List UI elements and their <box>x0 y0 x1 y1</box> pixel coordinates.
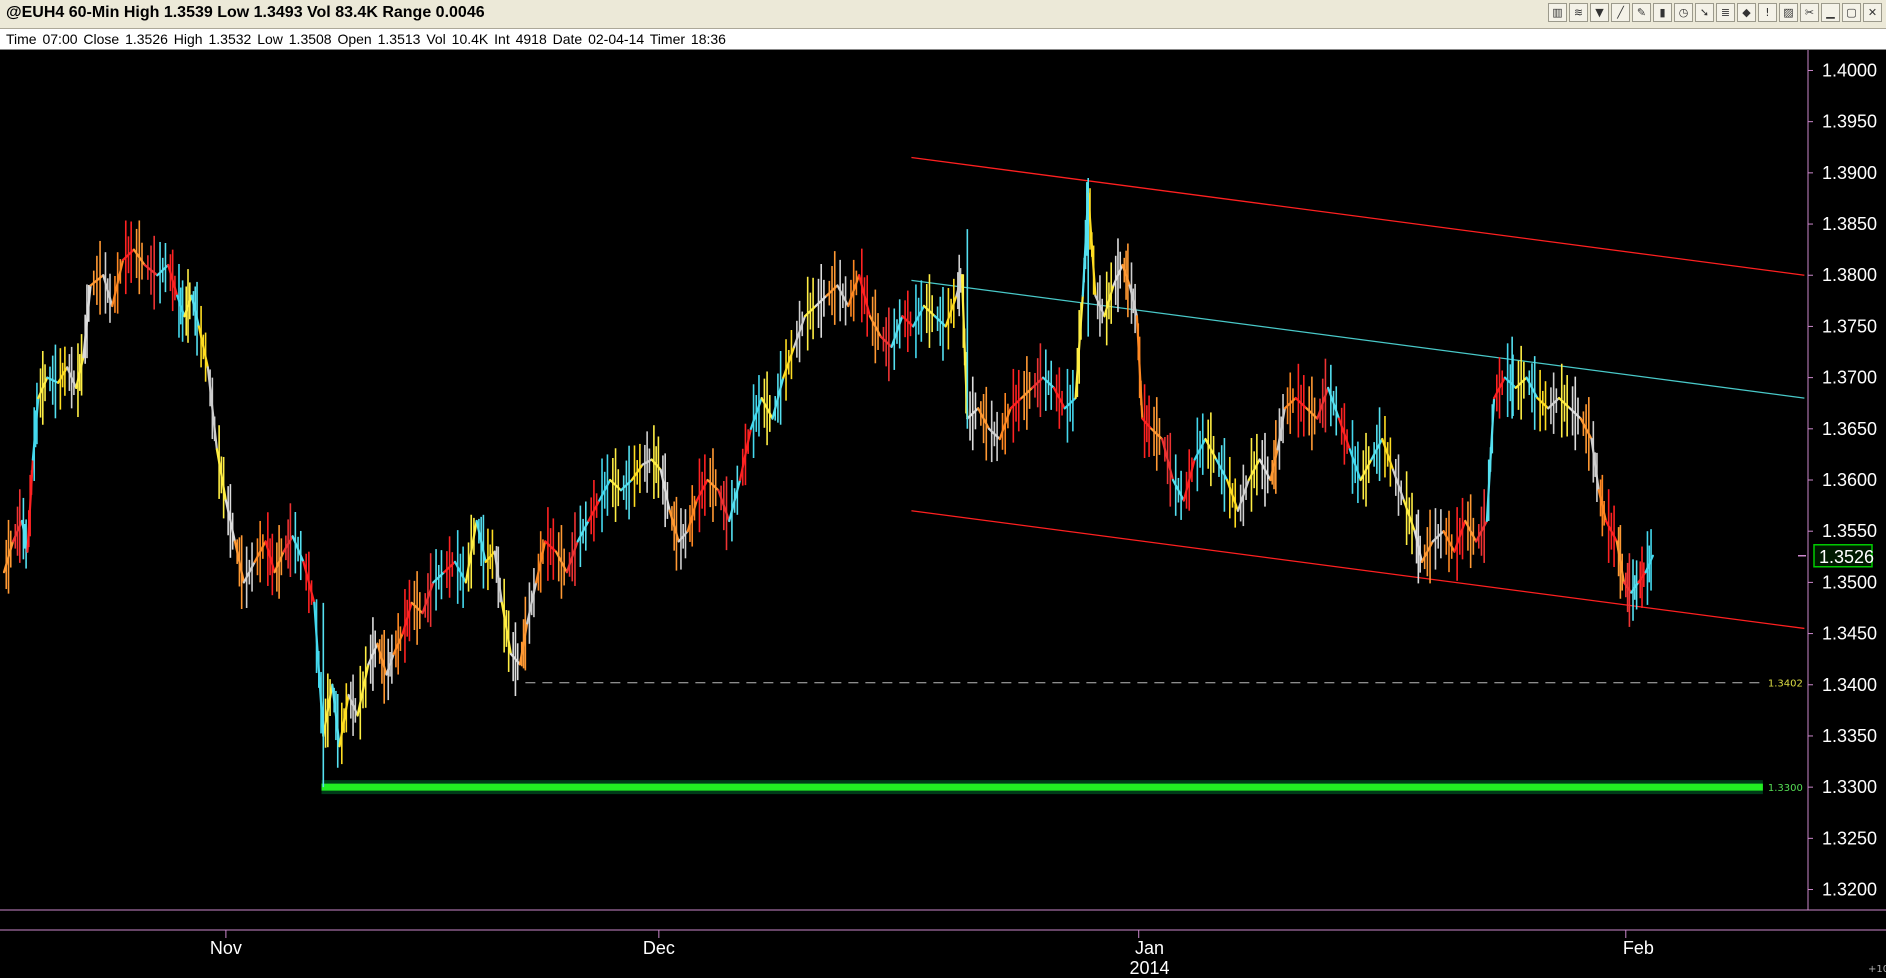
price-tick-label: 1.3600 <box>1822 470 1877 490</box>
price-tick-label: 1.3800 <box>1822 265 1877 285</box>
clock-icon[interactable]: ◷ <box>1674 3 1693 22</box>
chart-title: @EUH4 60-Min High 1.3539 Low 1.3493 Vol … <box>6 4 485 21</box>
indicator-icon[interactable]: ≋ <box>1569 3 1588 22</box>
bar-icon[interactable]: ▮ <box>1653 3 1672 22</box>
price-tick-label: 1.3750 <box>1822 316 1877 336</box>
price-tick-label: 1.3350 <box>1822 726 1877 746</box>
price-tick-label: 1.3700 <box>1822 368 1877 388</box>
close-icon[interactable]: ✕ <box>1863 3 1882 22</box>
minimize-icon[interactable]: ▁ <box>1821 3 1840 22</box>
trash-icon[interactable]: ▨ <box>1779 3 1798 22</box>
price-tick-label: 1.3300 <box>1822 777 1877 797</box>
time-label-feb: Feb <box>1623 938 1654 958</box>
last-price-label: 1.3526 <box>1819 547 1874 567</box>
time-label-2014: 2014 <box>1130 958 1170 978</box>
price-tick-label: 1.3450 <box>1822 624 1877 644</box>
alert-icon[interactable]: ! <box>1758 3 1777 22</box>
time-label-jan: Jan <box>1135 938 1164 958</box>
price-tick-label: 1.3950 <box>1822 112 1877 132</box>
corner-offset-label: +10 <box>1868 964 1886 975</box>
price-chart[interactable]: 1.3300 1.3402 1.4000 1.3950 1.3900 1.3850 1.3… <box>0 50 1886 978</box>
price-tick-label: 1.3200 <box>1822 880 1877 900</box>
price-tick-label: 1.3250 <box>1822 828 1877 848</box>
support-label-1-3300: 1.3300 <box>1768 783 1803 794</box>
time-label-dec: Dec <box>643 938 675 958</box>
maximize-icon[interactable]: ▢ <box>1842 3 1861 22</box>
toolbar: ▥ ≋ ▼ ╱ ✎ ▮ ◷ ➘ ≣ ◆! ▨ ✂ ▁ ▢ ✕ <box>1548 3 1882 25</box>
price-tick-label: 1.3550 <box>1822 521 1877 541</box>
price-tick-label: 1.4000 <box>1822 60 1877 80</box>
support-label-1-3402: 1.3402 <box>1768 679 1803 690</box>
arrow-icon[interactable]: ➘ <box>1695 3 1714 22</box>
color-icon[interactable]: ◆ <box>1737 3 1756 22</box>
chart-type-icon[interactable]: ▥ <box>1548 3 1567 22</box>
price-tick-label: 1.3400 <box>1822 675 1877 695</box>
pin-icon[interactable]: ✂ <box>1800 3 1819 22</box>
trendline-icon[interactable]: ╱ <box>1611 3 1630 22</box>
time-label-nov: Nov <box>210 938 242 958</box>
price-tick-label: 1.3650 <box>1822 419 1877 439</box>
price-tick-label: 1.3900 <box>1822 163 1877 183</box>
drawing-icon[interactable]: ▼ <box>1590 3 1609 22</box>
price-tick-label: 1.3850 <box>1822 214 1877 234</box>
window-titlebar: @EUH4 60-Min High 1.3539 Low 1.3493 Vol … <box>0 0 1886 29</box>
bar-info-text: Time 07:00 Close 1.3526 High 1.3532 Low … <box>6 31 726 47</box>
pencil-icon[interactable]: ✎ <box>1632 3 1651 22</box>
price-tick-label: 1.3500 <box>1822 572 1877 592</box>
data-info-bar: Time 07:00 Close 1.3526 High 1.3532 Low … <box>0 29 1886 50</box>
fib-icon[interactable]: ≣ <box>1716 3 1735 22</box>
